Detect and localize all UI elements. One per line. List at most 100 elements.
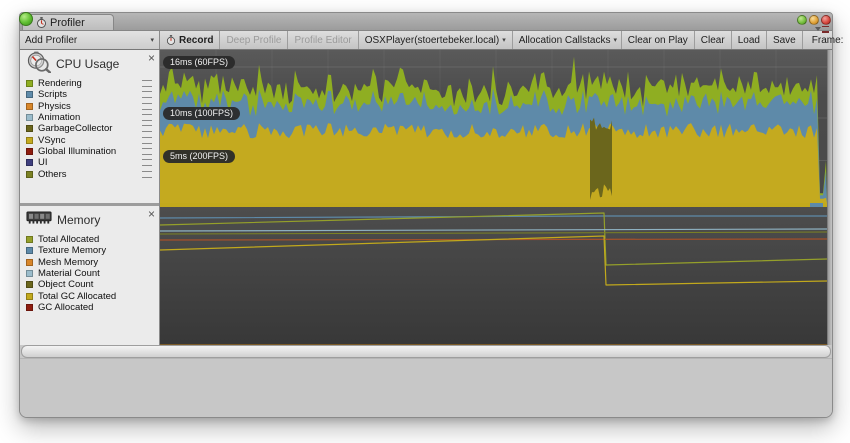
legend-item-physics[interactable]: Physics [26,101,159,112]
add-profiler-dropdown[interactable]: Add Profiler ▾ [20,31,160,49]
allocation-callstacks-label: Allocation Callstacks [519,35,611,46]
record-label: Record [179,35,213,46]
cpu-legend: RenderingScriptsPhysicsAnimationGarbageC… [20,78,159,180]
add-profiler-label: Add Profiler [25,35,77,46]
record-button[interactable]: Record [160,31,220,49]
chart-column: 16ms (60FPS)10ms (100FPS)5ms (200FPS) [160,50,827,345]
legend-item-rendering[interactable]: Rendering [26,78,159,89]
memory-panel-header[interactable]: Memory × [20,206,159,234]
legend-label: Physics [38,101,142,112]
frame-label: Frame: [812,35,844,46]
legend-item-ui[interactable]: UI [26,157,159,168]
legend-item-texture-memory[interactable]: Texture Memory [26,245,159,256]
legend-item-material-count[interactable]: Material Count [26,268,159,279]
chevron-down-icon: ▾ [613,37,617,44]
fps-threshold-label: 5ms (200FPS) [163,150,235,163]
drag-handle-icon[interactable] [142,171,152,178]
legend-label: Material Count [38,268,159,279]
details-empty-area [20,358,832,417]
legend-item-animation[interactable]: Animation [26,112,159,123]
close-icon[interactable]: × [148,209,155,219]
drag-handle-icon[interactable] [142,137,152,144]
legend-color-swatch [26,80,33,87]
profiler-clock-icon [36,17,47,28]
close-icon[interactable]: × [148,53,155,63]
legend-label: Animation [38,112,142,123]
legend-item-scripts[interactable]: Scripts [26,89,159,100]
traffic-lights[interactable] [797,15,831,25]
legend-label: VSync [38,135,142,146]
load-button[interactable]: Load [732,31,767,49]
drag-handle-icon[interactable] [142,103,152,110]
save-button[interactable]: Save [767,31,803,49]
legend-item-total-gc-allocated[interactable]: Total GC Allocated [26,290,159,301]
profiler-body: CPU Usage × RenderingScriptsPhysicsAnima… [20,50,832,345]
horizontal-splitter[interactable] [21,345,831,358]
legend-label: Others [38,169,142,180]
profile-editor-button[interactable]: Profile Editor [288,31,358,49]
right-edge-strip [827,50,832,345]
legend-item-global-illumination[interactable]: Global Illumination [26,146,159,157]
legend-item-others[interactable]: Others [26,168,159,179]
tab-label: Profiler [50,17,85,29]
deep-profile-button[interactable]: Deep Profile [220,31,288,49]
profiler-toolbar: Add Profiler ▾ Record Deep Profile Profi… [20,31,832,50]
legend-item-garbagecollector[interactable]: GarbageCollector [26,123,159,134]
memory-panel-title: Memory [57,213,148,227]
clear-label: Clear [701,35,725,46]
fps-threshold-label: 10ms (100FPS) [163,107,240,120]
allocation-callstacks-dropdown[interactable]: Allocation Callstacks ▾ [513,31,622,49]
legend-color-swatch [26,270,33,277]
chevron-down-icon: ▾ [150,37,154,44]
record-clock-icon [166,35,176,45]
drag-handle-icon[interactable] [142,91,152,98]
legend-label: UI [38,157,142,168]
legend-label: Mesh Memory [38,257,159,268]
legend-label: Global Illumination [38,146,142,157]
legend-item-vsync[interactable]: VSync [26,134,159,145]
save-label: Save [773,35,796,46]
active-profiler-dropdown[interactable]: OSXPlayer(stoertebeker.local) ▾ [359,31,513,49]
window-dot-green [19,12,33,26]
clear-button[interactable]: Clear [695,31,732,49]
drag-handle-icon[interactable] [142,125,152,132]
legend-item-total-allocated[interactable]: Total Allocated [26,234,159,245]
window-menu-icon[interactable] [815,26,829,32]
legend-item-mesh-memory[interactable]: Mesh Memory [26,257,159,268]
cpu-usage-panel: CPU Usage × RenderingScriptsPhysicsAnima… [20,50,160,203]
legend-item-gc-allocated[interactable]: GC Allocated [26,302,159,313]
legend-color-swatch [26,148,33,155]
profile-editor-label: Profile Editor [294,35,351,46]
cpu-panel-title: CPU Usage [56,57,148,71]
cpu-usage-panel-header[interactable]: CPU Usage × [20,50,159,78]
drag-handle-icon[interactable] [142,159,152,166]
drag-handle-icon[interactable] [142,148,152,155]
memory-chart[interactable] [160,203,827,345]
legend-label: Scripts [38,89,142,100]
drag-handle-icon[interactable] [142,114,152,121]
legend-label: GC Allocated [38,302,159,313]
legend-color-swatch [26,159,33,166]
deep-profile-label: Deep Profile [226,35,281,46]
legend-label: Rendering [38,78,142,89]
cpu-usage-chart[interactable]: 16ms (60FPS)10ms (100FPS)5ms (200FPS) [160,50,827,203]
legend-color-swatch [26,103,33,110]
ram-chip-icon [26,210,52,231]
legend-label: Texture Memory [38,245,159,256]
legend-color-swatch [26,91,33,98]
tab-profiler[interactable]: Profiler [22,14,114,30]
traffic-light-green[interactable] [797,15,807,25]
active-profiler-label: OSXPlayer(stoertebeker.local) [365,35,500,46]
legend-color-swatch [26,125,33,132]
legend-label: GarbageCollector [38,123,142,134]
traffic-light-red[interactable] [821,15,831,25]
frame-counter: Frame: 133189 / 139796 [803,31,850,49]
legend-color-swatch [26,281,33,288]
clear-on-play-button[interactable]: Clear on Play [622,31,695,49]
traffic-light-yellow[interactable] [809,15,819,25]
load-label: Load [738,35,760,46]
legend-item-object-count[interactable]: Object Count [26,279,159,290]
memory-panel: Memory × Total AllocatedTexture MemoryMe… [20,206,160,345]
legend-label: Total Allocated [38,234,159,245]
drag-handle-icon[interactable] [142,80,152,87]
